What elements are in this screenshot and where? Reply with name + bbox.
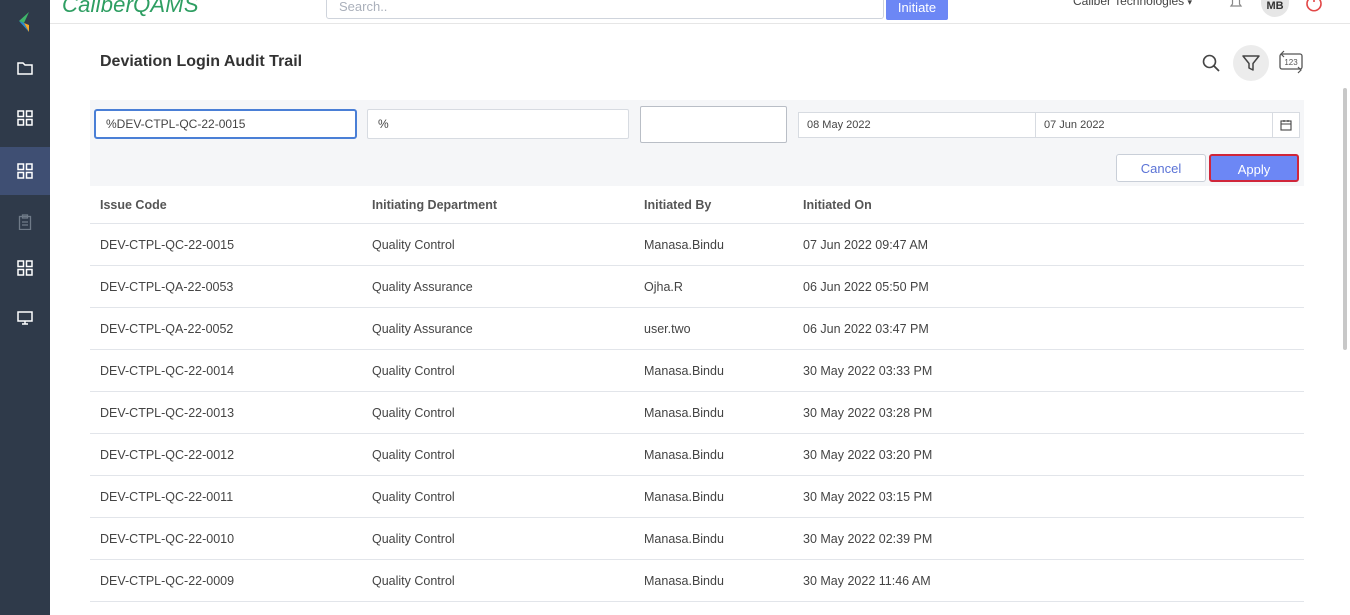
department-cell: Quality Assurance (372, 279, 473, 294)
grid-icon[interactable] (0, 248, 50, 288)
department-cell: Quality Assurance (372, 321, 473, 336)
filter-panel: %DEV-CTPL-QC-22-0015 % 08 May 2022 07 Ju… (90, 100, 1304, 186)
department-cell: Quality Control (372, 363, 455, 378)
monitor-icon[interactable] (0, 298, 50, 338)
issue-code-cell: DEV-CTPL-QC-22-0010 (100, 531, 235, 546)
table-row[interactable]: DEV-CTPL-QA-22-0052 Quality Assurance us… (90, 308, 1304, 350)
header-initiating-department[interactable]: Initiating Department (372, 186, 497, 223)
table-row[interactable]: DEV-CTPL-QC-22-0009 Quality Control Mana… (90, 560, 1304, 602)
audit-trail-table: Issue Code Initiating Department Initiat… (90, 186, 1304, 602)
grid-icon-active[interactable] (0, 147, 50, 195)
chevron-down-icon: ▾ (1187, 0, 1193, 7)
initiated-by-cell: Ojha.R (644, 279, 683, 294)
initiated-by-cell: Manasa.Bindu (644, 237, 724, 252)
initiated-by-cell: Manasa.Bindu (644, 531, 724, 546)
table-header: Issue Code Initiating Department Initiat… (90, 186, 1304, 224)
date-range-picker[interactable]: 08 May 2022 07 Jun 2022 (798, 112, 1300, 138)
initiated-by-cell: Manasa.Bindu (644, 405, 724, 420)
initiated-by-cell: user.two (644, 321, 691, 336)
initiated-by-filter-input[interactable] (640, 106, 787, 143)
vertical-scrollbar[interactable] (1343, 88, 1347, 350)
bell-icon[interactable] (1228, 0, 1244, 10)
initiated-on-cell: 30 May 2022 03:15 PM (803, 489, 933, 504)
table-row[interactable]: DEV-CTPL-QC-22-0010 Quality Control Mana… (90, 518, 1304, 560)
grid-icon[interactable] (0, 98, 50, 138)
initiated-on-cell: 06 Jun 2022 03:47 PM (803, 321, 929, 336)
folder-icon[interactable] (0, 48, 50, 88)
issue-code-filter-input[interactable]: %DEV-CTPL-QC-22-0015 (94, 109, 357, 139)
search-icon[interactable] (1198, 50, 1224, 76)
table-row[interactable]: DEV-CTPL-QC-22-0011 Quality Control Mana… (90, 476, 1304, 518)
date-from[interactable]: 08 May 2022 (799, 113, 1036, 137)
date-to[interactable]: 07 Jun 2022 (1036, 113, 1273, 137)
issue-code-cell: DEV-CTPL-QC-22-0011 (100, 489, 234, 504)
issue-code-cell: DEV-CTPL-QC-22-0013 (100, 405, 235, 420)
org-selector[interactable]: Caliber Technologies ▾ (1073, 0, 1192, 8)
header-initiated-by[interactable]: Initiated By (644, 186, 711, 223)
app-logo: CaliberQAMS (62, 0, 199, 17)
svg-text:123: 123 (1284, 58, 1298, 67)
global-search-input[interactable]: Search.. (326, 0, 884, 19)
table-row[interactable]: DEV-CTPL-QA-22-0053 Quality Assurance Oj… (90, 266, 1304, 308)
department-cell: Quality Control (372, 237, 455, 252)
top-bar: CaliberQAMS Search.. Initiate Caliber Te… (50, 0, 1350, 24)
initiated-on-cell: 30 May 2022 11:46 AM (803, 573, 931, 588)
department-cell: Quality Control (372, 447, 455, 462)
clipboard-icon[interactable] (0, 202, 50, 242)
issue-code-cell: DEV-CTPL-QC-22-0014 (100, 363, 235, 378)
apply-button[interactable]: Apply (1209, 154, 1299, 182)
initiated-on-cell: 30 May 2022 02:39 PM (803, 531, 933, 546)
department-cell: Quality Control (372, 531, 455, 546)
number-toggle-icon[interactable]: 123 (1276, 47, 1306, 77)
initiated-by-cell: Manasa.Bindu (644, 573, 724, 588)
initiated-on-cell: 30 May 2022 03:28 PM (803, 405, 933, 420)
initiated-on-cell: 30 May 2022 03:33 PM (803, 363, 933, 378)
initiated-on-cell: 07 Jun 2022 09:47 AM (803, 237, 929, 252)
issue-code-cell: DEV-CTPL-QA-22-0052 (100, 321, 234, 336)
avatar[interactable]: MB (1261, 0, 1289, 17)
page-title: Deviation Login Audit Trail (100, 53, 303, 70)
calendar-icon[interactable] (1273, 113, 1299, 137)
cancel-button[interactable]: Cancel (1116, 154, 1206, 182)
header-issue-code[interactable]: Issue Code (100, 186, 167, 223)
issue-code-cell: DEV-CTPL-QC-22-0012 (100, 447, 235, 462)
table-row[interactable]: DEV-CTPL-QC-22-0014 Quality Control Mana… (90, 350, 1304, 392)
initiated-by-cell: Manasa.Bindu (644, 447, 724, 462)
initiated-on-cell: 30 May 2022 03:20 PM (803, 447, 933, 462)
table-row[interactable]: DEV-CTPL-QC-22-0012 Quality Control Mana… (90, 434, 1304, 476)
issue-code-cell: DEV-CTPL-QC-22-0015 (100, 237, 235, 252)
table-row[interactable]: DEV-CTPL-QC-22-0015 Quality Control Mana… (90, 224, 1304, 266)
issue-code-cell: DEV-CTPL-QA-22-0053 (100, 279, 234, 294)
issue-code-cell: DEV-CTPL-QC-22-0009 (100, 573, 235, 588)
department-cell: Quality Control (372, 573, 455, 588)
department-cell: Quality Control (372, 405, 455, 420)
department-cell: Quality Control (372, 489, 455, 504)
initiated-by-cell: Manasa.Bindu (644, 489, 724, 504)
initiated-by-cell: Manasa.Bindu (644, 363, 724, 378)
power-icon[interactable] (1304, 0, 1324, 12)
app-logo-icon[interactable] (0, 2, 50, 42)
filter-icon[interactable] (1233, 45, 1269, 81)
header-initiated-on[interactable]: Initiated On (803, 186, 872, 223)
initiated-on-cell: 06 Jun 2022 05:50 PM (803, 279, 929, 294)
table-row[interactable]: DEV-CTPL-QC-22-0013 Quality Control Mana… (90, 392, 1304, 434)
initiate-button[interactable]: Initiate (886, 0, 948, 20)
department-filter-input[interactable]: % (367, 109, 629, 139)
sidebar (0, 0, 50, 615)
